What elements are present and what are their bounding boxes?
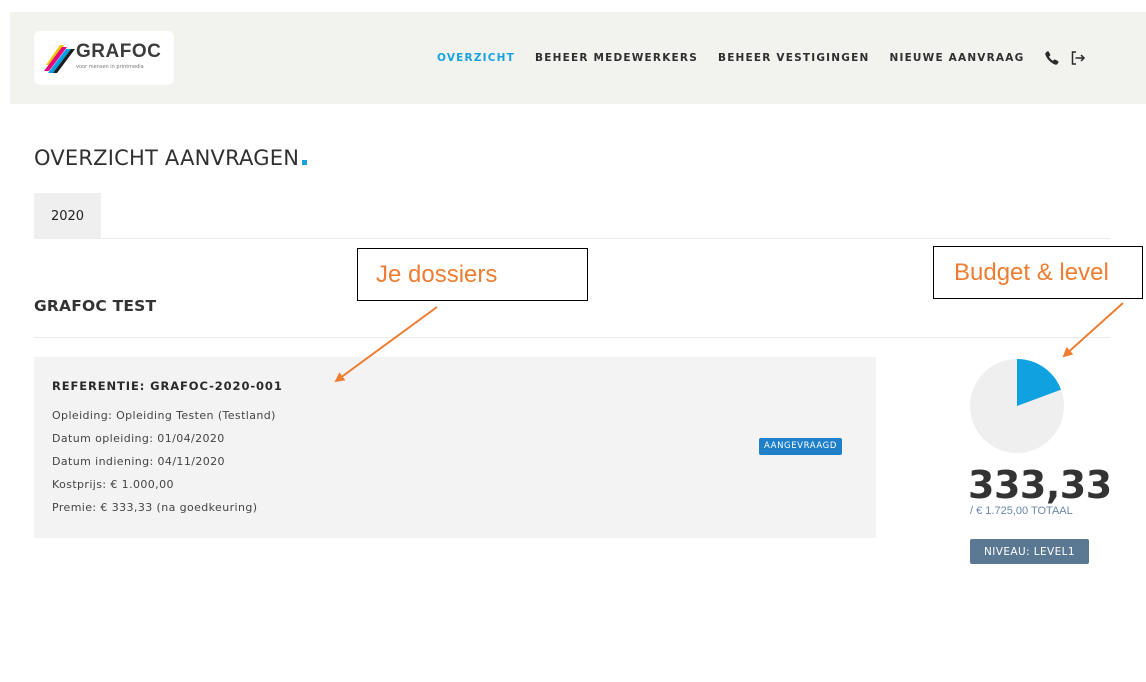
level-badge: NIVEAU: LEVEL1	[970, 539, 1089, 564]
organisation-divider	[34, 337, 1110, 338]
tab-2020[interactable]: 2020	[34, 193, 101, 239]
title-accent-dot	[302, 160, 308, 165]
navbar: GRAFOC voor mensen in printmedia OVERZIC…	[10, 12, 1146, 104]
status-badge: AANGEVRAAGD	[759, 438, 843, 455]
logo-stripes-icon	[44, 45, 75, 73]
dossier-premie: Premie: € 333,33 (na goedkeuring)	[52, 501, 258, 514]
dossier-reference: REFERENTIE: GRAFOC-2020-001	[52, 379, 283, 393]
page-title: OVERZICHT AANVRAGEN	[34, 146, 308, 170]
budget-value: 333,33	[968, 463, 1112, 507]
phone-icon[interactable]	[1044, 50, 1060, 66]
budget-pie-chart	[970, 359, 1064, 453]
dossier-datum-opleiding: Datum opleiding: 01/04/2020	[52, 432, 225, 445]
callout-je-dossiers: Je dossiers	[357, 248, 588, 301]
arrow-budget-level	[1062, 302, 1124, 358]
main-nav: OVERZICHT BEHEER MEDEWERKERS BEHEER VEST…	[437, 50, 1096, 66]
dossier-kostprijs: Kostprijs: € 1.000,00	[52, 478, 174, 491]
nav-overzicht[interactable]: OVERZICHT	[437, 52, 515, 64]
organisation-title: GRAFOC TEST	[34, 297, 157, 315]
logo-tagline: voor mensen in printmedia	[76, 64, 144, 70]
budget-total: / € 1.725,00 TOTAAL	[970, 505, 1073, 517]
nav-nieuwe-aanvraag[interactable]: NIEUWE AANVRAAG	[889, 52, 1024, 64]
dossier-opleiding: Opleiding: Opleiding Testen (Testland)	[52, 409, 276, 422]
dossier-card[interactable]: REFERENTIE: GRAFOC-2020-001 Opleiding: O…	[34, 357, 876, 538]
dossier-datum-indiening: Datum indiening: 04/11/2020	[52, 455, 225, 468]
page-title-text: OVERZICHT AANVRAGEN	[34, 146, 300, 170]
logo-text: GRAFOC	[76, 41, 162, 62]
nav-beheer-vestigingen[interactable]: BEHEER VESTIGINGEN	[718, 52, 869, 64]
nav-beheer-medewerkers[interactable]: BEHEER MEDEWERKERS	[535, 52, 698, 64]
tab-divider	[34, 238, 1110, 239]
logout-icon[interactable]	[1070, 50, 1086, 66]
callout-budget-level: Budget & level	[933, 246, 1143, 299]
grafoc-logo[interactable]: GRAFOC voor mensen in printmedia	[34, 31, 174, 85]
